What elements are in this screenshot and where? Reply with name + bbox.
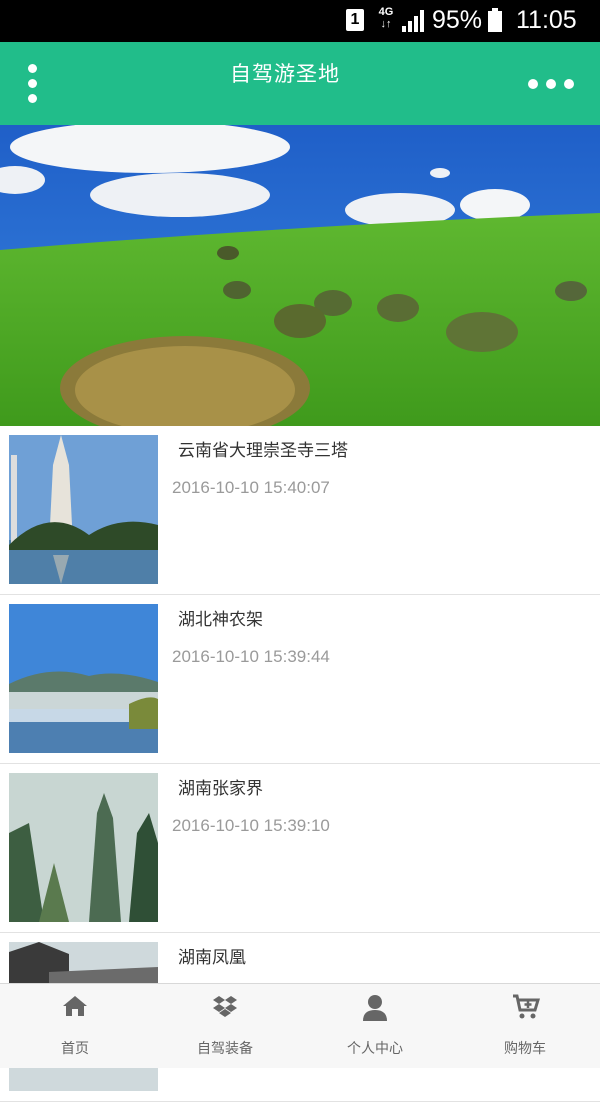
thumbnail-image <box>9 435 158 584</box>
banner-carousel[interactable] <box>0 125 600 426</box>
home-icon <box>63 996 87 1016</box>
item-title: 湖南凤凰 <box>178 948 246 968</box>
network-type: 4G ↓↑ <box>378 6 394 30</box>
nav-label: 购物车 <box>504 1041 546 1057</box>
nav-label: 自驾装备 <box>197 1041 253 1057</box>
nav-label: 个人中心 <box>347 1041 403 1057</box>
user-icon <box>363 995 387 1021</box>
cart-icon <box>513 994 540 1019</box>
thumbnail-image <box>9 773 158 922</box>
dropbox-icon <box>213 996 237 1017</box>
nav-cart[interactable]: 购物车 <box>450 984 600 1068</box>
item-title: 湖南张家界 <box>178 779 263 799</box>
list-item[interactable]: 湖北神农架 2016-10-10 15:39:44 <box>0 595 600 764</box>
battery-percent: 95% <box>432 6 483 34</box>
sim-icon: 1 <box>346 9 364 31</box>
network-label: 4G <box>378 6 394 18</box>
app-bar: 自驾游圣地 <box>0 42 600 125</box>
nav-label: 首页 <box>61 1041 89 1057</box>
item-time: 2016-10-10 15:40:07 <box>172 478 330 497</box>
nav-home[interactable]: 首页 <box>0 984 150 1068</box>
more-options-button[interactable] <box>528 72 578 96</box>
page-title: 自驾游圣地 <box>230 62 340 86</box>
list-item[interactable]: 湖南张家界 2016-10-10 15:39:10 <box>0 764 600 933</box>
nav-profile[interactable]: 个人中心 <box>300 984 450 1068</box>
item-title: 云南省大理崇圣寺三塔 <box>178 441 348 461</box>
signal-icon <box>402 10 424 32</box>
banner-image <box>0 125 600 426</box>
list-item[interactable]: 云南省大理崇圣寺三塔 2016-10-10 15:40:07 <box>0 426 600 595</box>
status-bar: 1 4G ↓↑ 95% 11:05 <box>0 0 600 42</box>
battery-icon <box>488 8 502 32</box>
thumbnail-image <box>9 604 158 753</box>
item-title: 湖北神农架 <box>178 610 263 630</box>
nav-equipment[interactable]: 自驾装备 <box>150 984 300 1068</box>
item-time: 2016-10-10 15:39:10 <box>172 816 330 835</box>
clock: 11:05 <box>516 6 577 34</box>
item-time: 2016-10-10 15:39:44 <box>172 647 330 666</box>
bottom-nav: 首页 自驾装备 个人中心 购物车 <box>0 983 600 1068</box>
